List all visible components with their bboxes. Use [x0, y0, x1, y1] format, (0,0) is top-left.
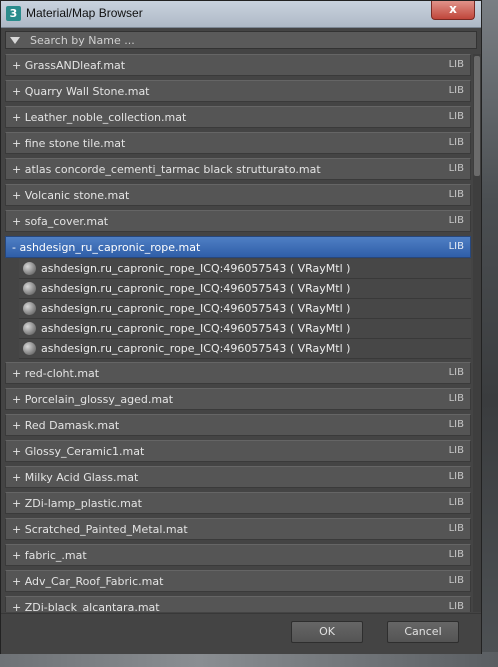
library-row[interactable]: + Red Damask.mat LIB	[5, 414, 471, 436]
dropdown-triangle-icon[interactable]	[10, 37, 20, 44]
material-item-label: ashdesign.ru_capronic_rope_ICQ:496057543…	[41, 302, 351, 315]
library-row[interactable]: + ZDi-lamp_plastic.mat LIB	[5, 492, 471, 514]
material-item[interactable]: ashdesign.ru_capronic_rope_ICQ:496057543…	[19, 259, 471, 279]
dialog-footer: OK Cancel	[1, 613, 481, 654]
library-row[interactable]: + Milky Acid Glass.mat LIB	[5, 466, 471, 488]
library-name: + atlas concorde_cementi_tarmac black st…	[12, 163, 321, 176]
library-row[interactable]: + ZDi-black_alcantara.mat LIB	[5, 596, 471, 612]
material-sphere-icon	[23, 302, 36, 315]
material-library-list: + GrassANDleaf.mat LIB + Quarry Wall Stone…	[5, 54, 471, 612]
material-item[interactable]: ashdesign.ru_capronic_rope_ICQ:496057543…	[19, 279, 471, 299]
search-input[interactable]	[26, 32, 480, 48]
material-sphere-icon	[23, 342, 36, 355]
scrollbar-thumb[interactable]	[474, 56, 480, 176]
library-tag: LIB	[448, 241, 464, 252]
library-row[interactable]: + Porcelain_glossy_aged.mat LIB	[5, 388, 471, 410]
library-row[interactable]: + red-cloht.mat LIB	[5, 362, 471, 384]
library-row[interactable]: + sofa_cover.mat LIB	[5, 210, 471, 232]
library-tag: LIB	[448, 393, 464, 404]
app-icon: 3	[6, 6, 21, 21]
library-tag: LIB	[448, 575, 464, 586]
material-sphere-icon	[23, 322, 36, 335]
library-tag: LIB	[448, 601, 464, 612]
list-scrollbar[interactable]	[473, 54, 481, 612]
title-bar[interactable]: 3 Material/Map Browser x	[1, 1, 481, 28]
library-name: + Leather_noble_collection.mat	[12, 111, 187, 124]
close-button[interactable]: x	[431, 1, 475, 20]
library-row[interactable]: + atlas concorde_cementi_tarmac black st…	[5, 158, 471, 180]
material-item-label: ashdesign.ru_capronic_rope_ICQ:496057543…	[41, 282, 351, 295]
material-sphere-icon	[23, 282, 36, 295]
library-tag: LIB	[448, 163, 464, 174]
library-name: + fine stone tile.mat	[12, 137, 126, 150]
library-tag: LIB	[448, 59, 464, 70]
library-name: + red-cloht.mat	[12, 367, 100, 380]
material-item-label: ashdesign.ru_capronic_rope_ICQ:496057543…	[41, 262, 351, 275]
material-item[interactable]: ashdesign.ru_capronic_rope_ICQ:496057543…	[19, 339, 471, 359]
library-name: + Porcelain_glossy_aged.mat	[12, 393, 174, 406]
library-name: + Glossy_Ceramic1.mat	[12, 445, 145, 458]
library-name: + GrassANDleaf.mat	[12, 59, 126, 72]
library-name: + Volcanic stone.mat	[12, 189, 130, 202]
library-name: + Scratched_Painted_Metal.mat	[12, 523, 188, 536]
window-title: Material/Map Browser	[26, 6, 143, 20]
material-item-label: ashdesign.ru_capronic_rope_ICQ:496057543…	[41, 322, 351, 335]
material-item-label: ashdesign.ru_capronic_rope_ICQ:496057543…	[41, 342, 351, 355]
library-row[interactable]: + Adv_Car_Roof_Fabric.mat LIB	[5, 570, 471, 592]
library-row[interactable]: + Leather_noble_collection.mat LIB	[5, 106, 471, 128]
library-name: + sofa_cover.mat	[12, 215, 109, 228]
material-map-browser-window: 3 Material/Map Browser x + GrassANDleaf.…	[0, 0, 482, 654]
library-name: + Red Damask.mat	[12, 419, 120, 432]
background-viewport-bottom	[0, 652, 498, 667]
library-row[interactable]: + GrassANDleaf.mat LIB	[5, 54, 471, 76]
library-name: + fabric_.mat	[12, 549, 87, 562]
ok-button[interactable]: OK	[291, 621, 363, 643]
library-tag: LIB	[448, 497, 464, 508]
material-item[interactable]: ashdesign.ru_capronic_rope_ICQ:496057543…	[19, 299, 471, 319]
cancel-button[interactable]: Cancel	[387, 621, 459, 643]
material-sphere-icon	[23, 262, 36, 275]
library-tag: LIB	[448, 419, 464, 430]
library-tag: LIB	[448, 189, 464, 200]
library-name: + Adv_Car_Roof_Fabric.mat	[12, 575, 164, 588]
library-tag: LIB	[448, 111, 464, 122]
library-row[interactable]: + fine stone tile.mat LIB	[5, 132, 471, 154]
library-row[interactable]: + fabric_.mat LIB	[5, 544, 471, 566]
material-item[interactable]: ashdesign.ru_capronic_rope_ICQ:496057543…	[19, 319, 471, 339]
library-name: + Quarry Wall Stone.mat	[12, 85, 150, 98]
library-tag: LIB	[448, 471, 464, 482]
library-name: + Milky Acid Glass.mat	[12, 471, 139, 484]
library-tag: LIB	[448, 215, 464, 226]
library-row[interactable]: + Glossy_Ceramic1.mat LIB	[5, 440, 471, 462]
search-bar	[5, 31, 480, 49]
library-tag: LIB	[448, 367, 464, 378]
library-row[interactable]: + Volcanic stone.mat LIB	[5, 184, 471, 206]
library-tag: LIB	[448, 137, 464, 148]
library-row[interactable]: + Quarry Wall Stone.mat LIB	[5, 80, 471, 102]
background-viewport-right	[480, 0, 498, 667]
library-name: - ashdesign_ru_capronic_rope.mat	[12, 241, 201, 254]
library-tag: LIB	[448, 523, 464, 534]
library-name: + ZDi-black_alcantara.mat	[12, 601, 160, 612]
library-row[interactable]: - ashdesign_ru_capronic_rope.mat LIB	[5, 236, 471, 258]
library-tag: LIB	[448, 549, 464, 560]
library-name: + ZDi-lamp_plastic.mat	[12, 497, 142, 510]
library-tag: LIB	[448, 445, 464, 456]
library-tag: LIB	[448, 85, 464, 96]
library-row[interactable]: + Scratched_Painted_Metal.mat LIB	[5, 518, 471, 540]
